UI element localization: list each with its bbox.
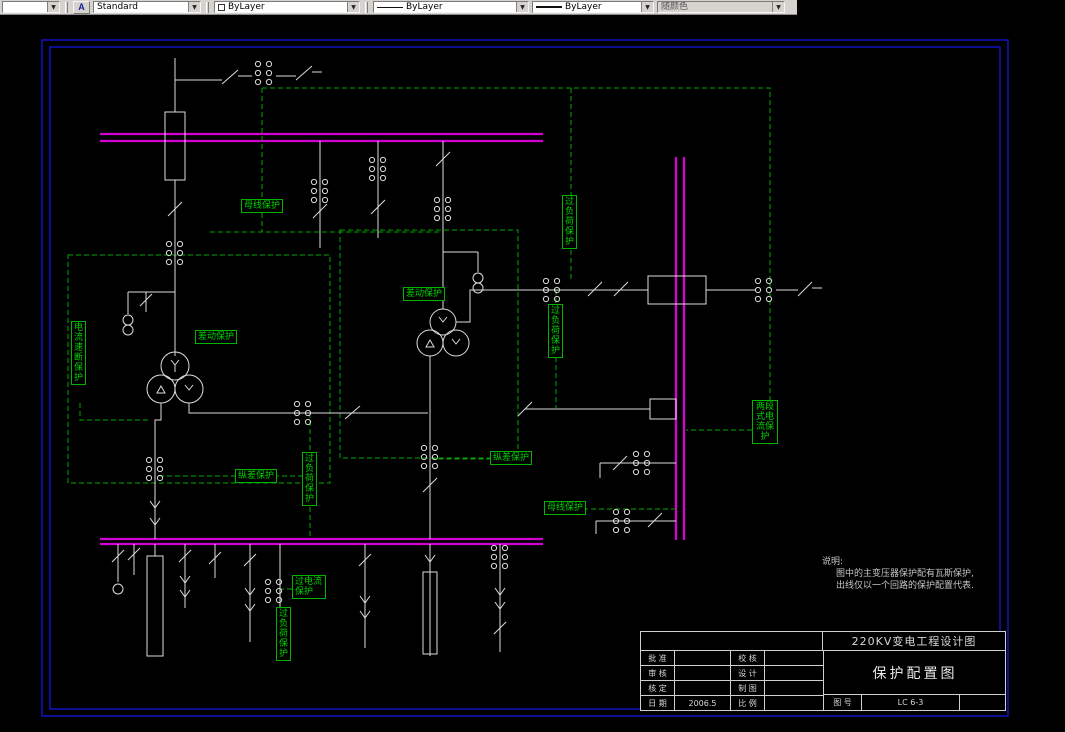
layer-combo-value: [3, 2, 47, 12]
label-overload-protection-top: 过负荷保护: [562, 195, 577, 249]
title-block: 220KV变电工程设计图 批 准 校 核 审 核 设 计 核 定 制 图 日 期…: [640, 631, 1006, 711]
drawing-canvas[interactable]: [0, 0, 1065, 732]
linetype-combo[interactable]: ByLayer ▼: [373, 1, 529, 13]
cell-scale-label: 比 例: [731, 696, 765, 711]
drawing-number-value: LC 6-3: [862, 695, 960, 710]
cell-drafted-value: [765, 681, 823, 696]
dropdown-arrow-icon[interactable]: ▼: [516, 2, 528, 12]
titleblock-top-left-cell: [641, 632, 823, 650]
label-current-cutoff-protection: 电流速断保护: [71, 321, 86, 385]
label-diff-protection-left: 差动保护: [195, 330, 238, 344]
label-diff-protection-right: 差动保护: [403, 287, 446, 301]
label-overload-protection-mid: 过负荷保护: [548, 304, 563, 358]
dropdown-arrow-icon[interactable]: ▼: [188, 2, 200, 12]
cell-reviewed-label: 审 核: [641, 666, 675, 681]
lineweight-value: ByLayer: [565, 2, 602, 12]
drawing-number-extra-cell: [960, 695, 1006, 710]
drawing-title: 保护配置图: [824, 651, 1006, 695]
cell-checked-label: 校 核: [731, 651, 765, 666]
circuit-lines: [111, 58, 822, 657]
cell-designed-label: 设 计: [731, 666, 765, 681]
label-overload-protection-left: 过负荷保护: [302, 452, 317, 506]
label-long-diff-protection-right: 纵差保护: [490, 451, 533, 465]
text-style-button[interactable]: A: [73, 0, 90, 14]
notes-line-2: 出线仅以一个回路的保护配置代表.: [836, 581, 974, 591]
dropdown-arrow-icon[interactable]: ▼: [347, 2, 359, 12]
dropdown-arrow-icon[interactable]: ▼: [641, 2, 653, 12]
cell-scale-value: [765, 696, 823, 711]
cell-drafted-label: 制 图: [731, 681, 765, 696]
properties-toolbar: ▼ A Standard ▼ ByLayer ▼ ByLayer ▼ ByLay…: [0, 0, 797, 15]
protection-zones: [67, 87, 771, 590]
cell-reviewed-value: [675, 666, 731, 681]
label-overcurrent-protection: 过电流保护: [292, 575, 326, 599]
layer-combo[interactable]: ▼: [2, 1, 60, 13]
cell-approved-value: [675, 651, 731, 666]
plotstyle-value: 随颜色: [661, 2, 689, 12]
text-style-value: Standard: [97, 2, 138, 12]
project-title: 220KV变电工程设计图: [851, 635, 977, 648]
lineweight-combo[interactable]: ByLayer ▼: [532, 1, 654, 13]
cell-designed-value: [765, 666, 823, 681]
label-long-diff-protection-left: 纵差保护: [235, 469, 278, 483]
linetype-sample-icon: [377, 6, 403, 8]
drawing-notes: 说明: 图中的主变压器保护配有瓦斯保护, 出线仅以一个回路的保护配置代表.: [822, 556, 974, 592]
cell-date-label: 日 期: [641, 696, 675, 711]
titleblock-grid: 批 准 校 核 审 核 设 计 核 定 制 图 日 期 2006.5 比 例: [641, 651, 823, 711]
cell-checked-value: [765, 651, 823, 666]
dropdown-arrow-icon: ▼: [772, 2, 784, 12]
label-overload-protection-bottom: 过负荷保护: [276, 607, 291, 661]
cell-ratified-label: 核 定: [641, 681, 675, 696]
linetype-value: ByLayer: [406, 2, 443, 12]
label-two-stage-current-protection: 两段式电流保护: [752, 400, 778, 444]
plotstyle-combo: 随颜色 ▼: [657, 1, 785, 13]
toolbar-grip[interactable]: [206, 1, 209, 13]
notes-line-1: 图中的主变压器保护配有瓦斯保护,: [836, 569, 974, 579]
cell-date-value: 2006.5: [675, 696, 731, 711]
text-style-combo[interactable]: Standard ▼: [93, 1, 201, 13]
color-combo[interactable]: ByLayer ▼: [214, 1, 360, 13]
toolbar-grip[interactable]: [365, 1, 368, 13]
label-busbar-protection-bottom: 母线保护: [544, 501, 587, 515]
cell-ratified-value: [675, 681, 731, 696]
color-value: ByLayer: [228, 2, 265, 12]
color-swatch: [218, 3, 225, 11]
lineweight-sample-icon: [536, 6, 562, 8]
notes-heading: 说明:: [822, 557, 844, 567]
drawing-number-label: 图 号: [824, 695, 862, 710]
cell-approved-label: 批 准: [641, 651, 675, 666]
text-style-icon: A: [78, 2, 85, 12]
label-busbar-protection-top: 母线保护: [241, 199, 284, 213]
dropdown-arrow-icon[interactable]: ▼: [47, 2, 59, 12]
cad-application: { "icons": { "dropdown": "▼", "text_styl…: [0, 0, 1065, 732]
toolbar-grip[interactable]: [65, 1, 68, 13]
